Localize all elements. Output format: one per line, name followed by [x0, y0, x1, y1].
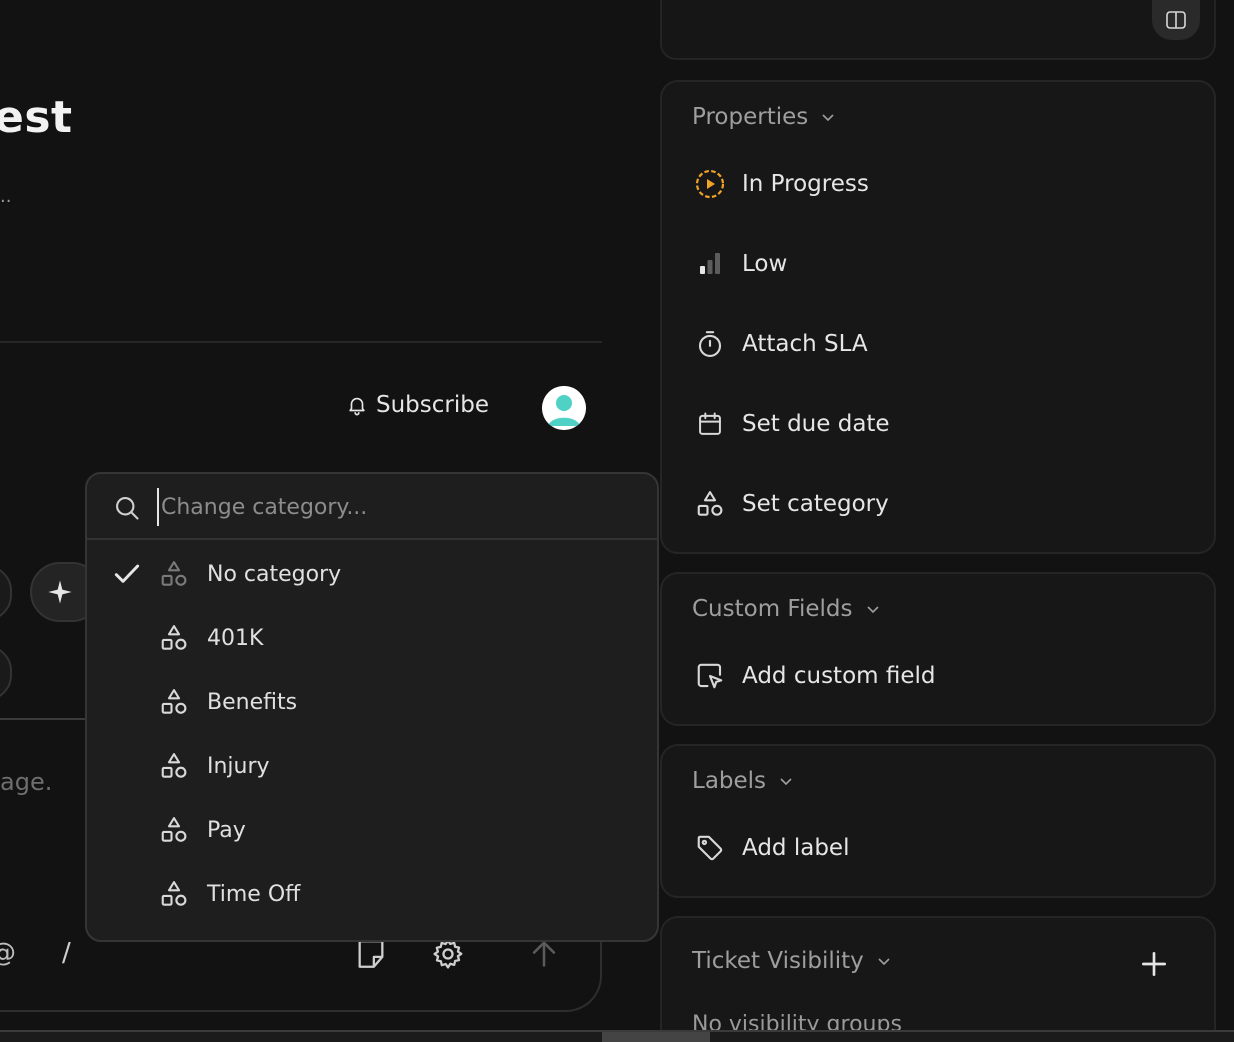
- priority-low-icon: [700, 253, 720, 274]
- shapes-category-icon: [161, 817, 187, 842]
- due-date-label: Set due date: [742, 411, 890, 437]
- category-option-label: Pay: [207, 817, 246, 843]
- category-option[interactable]: 401K: [87, 606, 657, 670]
- custom-field-cursor-icon: [697, 663, 723, 689]
- divider: [0, 341, 602, 343]
- shapes-category-icon: [161, 753, 187, 778]
- sla-property[interactable]: Attach SLA: [694, 328, 868, 360]
- note-icon[interactable]: [354, 937, 388, 971]
- category-option-label: Injury: [207, 753, 270, 779]
- checkmark-icon: [114, 564, 140, 583]
- chevron-down-icon: [866, 606, 879, 614]
- shapes-category-icon: [697, 491, 723, 516]
- subscribe-button[interactable]: Subscribe: [346, 392, 489, 418]
- shapes-category-icon: [161, 625, 187, 650]
- category-search: [87, 474, 657, 540]
- shapes-category-icon: [161, 689, 187, 714]
- labels-header[interactable]: Labels: [692, 768, 794, 794]
- calendar-icon: [699, 412, 721, 435]
- composer-action-pill[interactable]: [0, 565, 12, 621]
- status-value: In Progress: [742, 171, 869, 197]
- category-option-label: 401K: [207, 625, 264, 651]
- chevron-down-icon: [878, 958, 890, 966]
- search-icon: [116, 497, 139, 520]
- page-title: est: [0, 92, 73, 143]
- category-search-input[interactable]: [157, 488, 627, 526]
- status-property[interactable]: In Progress: [694, 168, 869, 200]
- category-option[interactable]: Pay: [87, 798, 657, 862]
- add-label-text: Add label: [742, 835, 850, 861]
- avatar[interactable]: [542, 386, 586, 430]
- add-custom-field-label: Add custom field: [742, 663, 936, 689]
- slash-command-button[interactable]: /: [62, 938, 71, 968]
- in-progress-icon: [695, 169, 725, 199]
- title-subtext: ..: [0, 186, 12, 207]
- priority-property[interactable]: Low: [694, 248, 787, 280]
- add-label-button[interactable]: Add label: [694, 832, 849, 864]
- ticket-visibility-header[interactable]: Ticket Visibility: [692, 948, 892, 974]
- chevron-down-icon: [780, 778, 792, 786]
- category-label: Set category: [742, 491, 889, 517]
- sla-label: Attach SLA: [742, 331, 868, 357]
- shapes-category-icon: [161, 881, 187, 906]
- send-arrow-icon[interactable]: [527, 937, 561, 971]
- properties-header[interactable]: Properties: [692, 104, 836, 130]
- user-avatar-icon: [542, 386, 586, 430]
- sparkle-icon: [48, 580, 72, 604]
- sidebar-toggle-icon: [1166, 11, 1186, 29]
- gear-icon[interactable]: [431, 937, 465, 971]
- stopwatch-icon: [698, 331, 722, 357]
- category-option-label: Benefits: [207, 689, 298, 715]
- properties-card: [660, 80, 1216, 554]
- category-option-label: No category: [207, 561, 342, 587]
- add-visibility-group-button[interactable]: [1138, 948, 1170, 980]
- shapes-category-icon: [161, 561, 187, 586]
- category-option-label: Time Off: [207, 881, 301, 907]
- chevron-down-icon: [822, 114, 834, 122]
- category-option[interactable]: Time Off: [87, 862, 657, 926]
- bell-icon: [349, 397, 365, 416]
- composer-placeholder: age.: [0, 768, 53, 796]
- priority-value: Low: [742, 251, 788, 277]
- subscribe-label: Subscribe: [376, 392, 490, 418]
- category-property[interactable]: Set category: [694, 488, 889, 520]
- category-option[interactable]: No category: [87, 542, 657, 606]
- tag-icon: [697, 835, 723, 861]
- composer-action-pill[interactable]: [0, 645, 12, 701]
- horizontal-scrollbar-thumb[interactable]: [602, 1032, 710, 1042]
- due-date-property[interactable]: Set due date: [694, 408, 890, 440]
- mention-button[interactable]: @: [0, 938, 16, 968]
- category-option[interactable]: Injury: [87, 734, 657, 798]
- toggle-sidebar-button[interactable]: [1152, 0, 1200, 40]
- custom-fields-header[interactable]: Custom Fields: [692, 596, 881, 622]
- add-custom-field-button[interactable]: Add custom field: [694, 660, 935, 692]
- category-option[interactable]: Benefits: [87, 670, 657, 734]
- category-dropdown: No category 401K Benefits Injury Pay Time Off: [85, 472, 659, 942]
- right-panel-top-card: [660, 0, 1216, 60]
